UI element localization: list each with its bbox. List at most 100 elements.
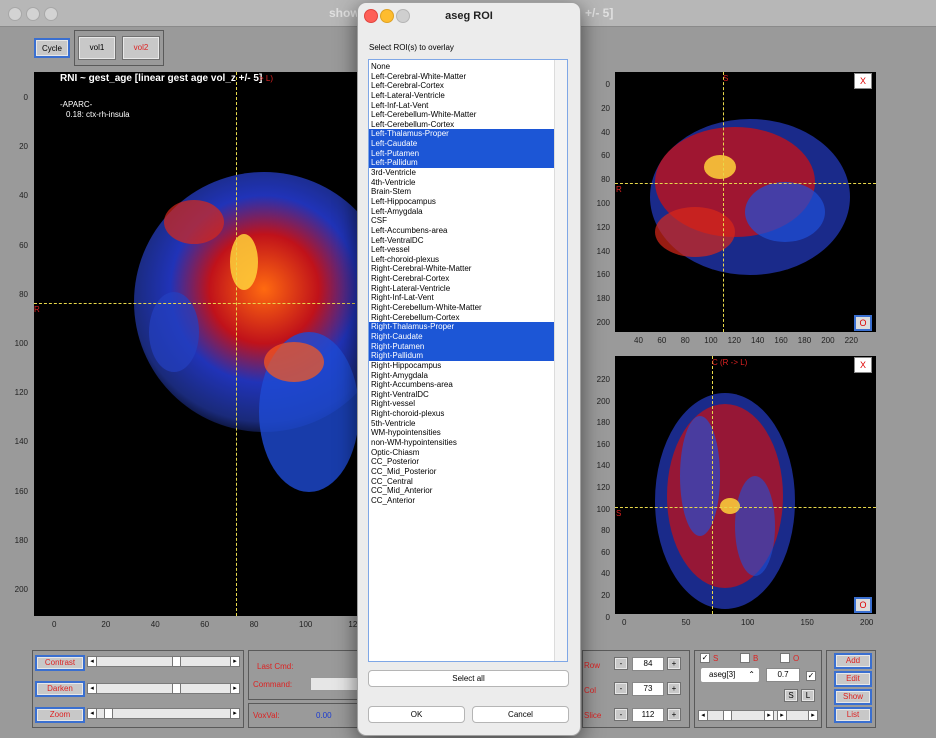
axial-option-button[interactable]: O (854, 597, 872, 613)
contrast-button[interactable]: Contrast (35, 655, 85, 671)
vol1-button[interactable]: vol1 (78, 36, 116, 60)
roi-list-item[interactable]: 4th-Ventricle (369, 178, 555, 188)
zoom-button[interactable]: Zoom (35, 707, 85, 723)
overlay-slider-thumb[interactable] (723, 710, 732, 721)
darken-left-arrow-icon[interactable]: ◂ (87, 683, 97, 694)
roi-list-item[interactable]: 5th-Ventricle (369, 419, 555, 429)
col-value-field[interactable]: 73 (632, 682, 664, 696)
overlay-right-arrow-icon[interactable]: ▸ (808, 710, 818, 721)
col-minus-button[interactable]: - (614, 682, 628, 695)
roi-list-item[interactable]: Left-Accumbens-area (369, 226, 555, 236)
roi-list-item[interactable]: Optic-Chiasm (369, 448, 555, 458)
roi-list-item[interactable]: Right-Hippocampus (369, 361, 555, 371)
contrast-left-arrow-icon[interactable]: ◂ (87, 656, 97, 667)
roi-list-item[interactable]: CC_Posterior (369, 457, 555, 467)
sagittal-option-button[interactable]: O (854, 315, 872, 331)
overlay-arrow-a-icon[interactable]: ▸ (764, 710, 774, 721)
roi-list-item[interactable]: Left-Inf-Lat-Vent (369, 101, 555, 111)
roi-list-item[interactable]: Left-vessel (369, 245, 555, 255)
roi-list-item[interactable]: Right-Pallidum (369, 351, 555, 361)
vol2-button[interactable]: vol2 (122, 36, 160, 60)
row-minus-button[interactable]: - (614, 657, 628, 670)
roi-list-item[interactable]: Right-Inf-Lat-Vent (369, 293, 555, 303)
roi-list-item[interactable]: None (369, 62, 555, 72)
roi-list-item[interactable]: Left-Hippocampus (369, 197, 555, 207)
show-button[interactable]: Show (834, 689, 872, 705)
roi-list-item[interactable]: Left-Amygdala (369, 207, 555, 217)
roi-list-item[interactable]: Left-Cerebellum-White-Matter (369, 110, 555, 120)
alpha-checkbox[interactable]: ✓ (806, 671, 816, 681)
roi-list-item[interactable]: CC_Central (369, 477, 555, 487)
roi-list-item[interactable]: Right-Cerebellum-White-Matter (369, 303, 555, 313)
roi-list-item[interactable]: Right-VentralDC (369, 390, 555, 400)
zoom-left-arrow-icon[interactable]: ◂ (87, 708, 97, 719)
zoom-window-icon[interactable] (44, 7, 58, 21)
axial-close-button[interactable]: X (854, 357, 872, 373)
roi-list-item[interactable]: WM-hypointensities (369, 428, 555, 438)
roi-list-item[interactable]: Right-Amygdala (369, 371, 555, 381)
roi-list-item[interactable]: Right-choroid-plexus (369, 409, 555, 419)
roi-list-item[interactable]: Left-Pallidum (369, 158, 555, 169)
sagittal-close-button[interactable]: X (854, 73, 872, 89)
zoom-slider-thumb[interactable] (104, 708, 114, 719)
zoom-right-arrow-icon[interactable]: ▸ (230, 708, 240, 719)
coronal-view[interactable]: RNI ~ gest_age [linear gest age vol_z +/… (34, 72, 360, 616)
sagittal-view[interactable]: S R (615, 72, 876, 332)
overlay-slider[interactable]: ◂ ▸ ▸ ▸ (698, 710, 818, 721)
axial-view[interactable]: C (R -> L) S (615, 356, 876, 614)
roi-list-item[interactable]: CC_Anterior (369, 496, 555, 506)
overlay-l-button[interactable]: L (801, 689, 815, 702)
roi-listbox-scrollbar[interactable] (554, 60, 567, 661)
edit-button[interactable]: Edit (834, 671, 872, 687)
alpha-value-field[interactable]: 0.7 (766, 668, 800, 682)
overlay-o-checkbox[interactable] (780, 653, 790, 663)
command-input[interactable] (310, 677, 358, 691)
ok-button[interactable]: OK (368, 706, 465, 723)
col-plus-button[interactable]: + (667, 682, 681, 695)
aseg-select[interactable]: aseg[3] ⌃ (700, 667, 760, 683)
roi-list-item[interactable]: Brain-Stem (369, 187, 555, 197)
roi-list-item[interactable]: CSF (369, 216, 555, 226)
roi-list-item[interactable]: Right-Cerebellum-Cortex (369, 313, 555, 323)
row-plus-button[interactable]: + (667, 657, 681, 670)
slice-plus-button[interactable]: + (667, 708, 681, 721)
cycle-button[interactable]: Cycle (34, 38, 70, 58)
overlay-b-checkbox[interactable] (740, 653, 750, 663)
slice-value-field[interactable]: 112 (632, 708, 664, 722)
darken-slider[interactable]: ◂ ▸ (87, 683, 240, 694)
roi-list-item[interactable]: CC_Mid_Anterior (369, 486, 555, 496)
roi-list-item[interactable]: Right-Lateral-Ventricle (369, 284, 555, 294)
roi-list-item[interactable]: 3rd-Ventricle (369, 168, 555, 178)
roi-list-item[interactable]: Left-Putamen (369, 148, 555, 159)
contrast-right-arrow-icon[interactable]: ▸ (230, 656, 240, 667)
overlay-s-checkbox[interactable]: ✓ (700, 653, 710, 663)
minimize-window-icon[interactable] (26, 7, 40, 21)
darken-right-arrow-icon[interactable]: ▸ (230, 683, 240, 694)
roi-listbox[interactable]: None Left-Cerebral-White-Matter Left-Cereb… (368, 59, 568, 662)
roi-list-item[interactable]: non-WM-hypointensities (369, 438, 555, 448)
overlay-left-arrow-icon[interactable]: ◂ (698, 710, 708, 721)
overlay-arrow-b-icon[interactable]: ▸ (777, 710, 787, 721)
contrast-slider-thumb[interactable] (172, 656, 182, 667)
contrast-slider[interactable]: ◂ ▸ (87, 656, 240, 667)
list-button[interactable]: List (834, 707, 872, 723)
roi-list-item[interactable]: Right-vessel (369, 399, 555, 409)
roi-list-item[interactable]: Left-Lateral-Ventricle (369, 91, 555, 101)
darken-slider-thumb[interactable] (172, 683, 182, 694)
roi-list-item[interactable]: Left-Thalamus-Proper (369, 129, 555, 140)
roi-list-item[interactable]: Right-Accumbens-area (369, 380, 555, 390)
add-button[interactable]: Add (834, 653, 872, 669)
row-value-field[interactable]: 84 (632, 657, 664, 671)
select-all-button[interactable]: Select all (368, 670, 569, 687)
roi-list-item[interactable]: Right-Thalamus-Proper (369, 322, 555, 332)
close-window-icon[interactable] (8, 7, 22, 21)
roi-list-item[interactable]: Left-Cerebral-White-Matter (369, 72, 555, 82)
darken-button[interactable]: Darken (35, 681, 85, 697)
slice-minus-button[interactable]: - (614, 708, 628, 721)
roi-list-item[interactable]: Right-Cerebral-Cortex (369, 274, 555, 284)
cancel-button[interactable]: Cancel (472, 706, 569, 723)
roi-list-item[interactable]: Left-Caudate (369, 139, 555, 149)
roi-list-item[interactable]: CC_Mid_Posterior (369, 467, 555, 477)
roi-list-item[interactable]: Right-Putamen (369, 341, 555, 352)
roi-list-item[interactable]: Left-Cerebellum-Cortex (369, 120, 555, 130)
